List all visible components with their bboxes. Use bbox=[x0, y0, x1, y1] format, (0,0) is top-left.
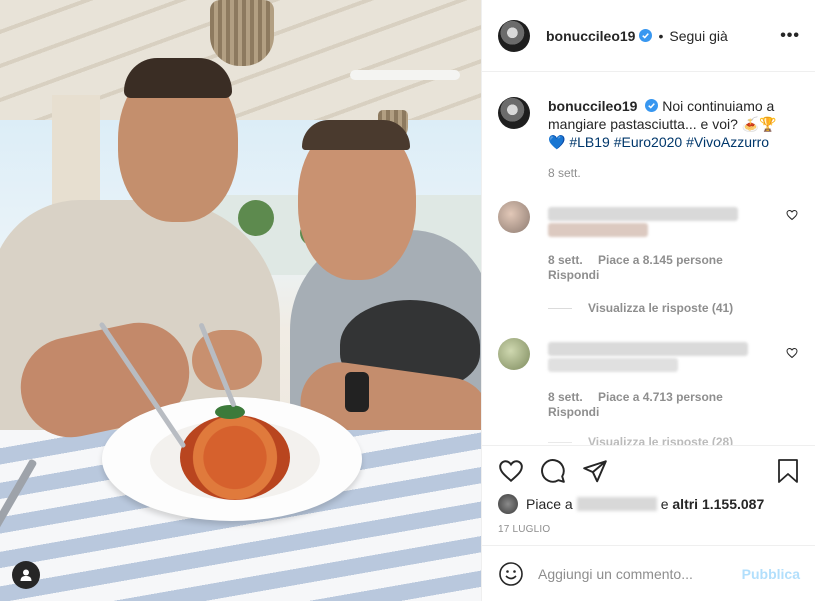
reply-button[interactable]: Rispondi bbox=[548, 405, 599, 419]
spaghetti bbox=[180, 415, 290, 500]
view-replies-label: Visualizza le risposte (41) bbox=[588, 301, 734, 315]
username-link[interactable]: bonuccileo19 bbox=[546, 28, 635, 44]
comment-meta: 8 sett. Piace a 8.145 persone bbox=[548, 253, 735, 267]
comment-item: 8 sett. Piace a 4.713 persone Rispondi V… bbox=[498, 338, 798, 445]
comments-section[interactable]: bonuccileo19 Noi continuiamo a mangiare … bbox=[482, 73, 815, 445]
plant bbox=[238, 200, 274, 236]
tagged-users-button[interactable] bbox=[12, 561, 40, 589]
caption: bonuccileo19 Noi continuiamo a mangiare … bbox=[498, 97, 798, 151]
heart-icon[interactable] bbox=[786, 347, 798, 359]
caption-avatar[interactable] bbox=[498, 97, 530, 129]
ceiling-fan bbox=[350, 70, 460, 80]
post-actions: Piace a e altri 1.155.087 17 LUGLIO bbox=[482, 445, 815, 545]
comment-timestamp[interactable]: 8 sett. bbox=[548, 390, 583, 404]
post-side-panel: bonuccileo19 • Segui già ••• bonuccileo1… bbox=[481, 0, 815, 601]
left-person-hair bbox=[124, 58, 232, 98]
likes-and: e bbox=[660, 496, 669, 512]
save-button[interactable] bbox=[776, 458, 800, 484]
basil-leaf bbox=[215, 405, 245, 419]
post-date[interactable]: 17 LUGLIO bbox=[498, 524, 550, 535]
emoji-smiley-icon[interactable] bbox=[498, 561, 524, 587]
like-heart-icon[interactable] bbox=[498, 458, 524, 484]
comment-likes[interactable]: Piace a 8.145 persone bbox=[598, 253, 723, 267]
view-replies-button[interactable]: Visualizza le risposte (28) bbox=[548, 435, 733, 445]
comment-item: 8 sett. Piace a 8.145 persone Rispondi V… bbox=[498, 201, 798, 315]
view-replies-button[interactable]: Visualizza le risposte (41) bbox=[548, 301, 733, 315]
verified-badge-icon bbox=[639, 29, 653, 42]
separator-dot: • bbox=[658, 27, 664, 44]
comment-timestamp[interactable]: 8 sett. bbox=[548, 253, 583, 267]
right-person-hair bbox=[302, 120, 410, 150]
wicker-lamp bbox=[210, 0, 274, 66]
likes-prefix: Piace a bbox=[526, 496, 573, 512]
user-icon bbox=[20, 569, 32, 581]
reply-button[interactable]: Rispondi bbox=[548, 268, 599, 282]
bookmark-icon bbox=[778, 459, 798, 483]
verified-badge-icon bbox=[645, 99, 659, 112]
caption-text: bonuccileo19 Noi continuiamo a mangiare … bbox=[548, 97, 798, 151]
share-plane-icon[interactable] bbox=[582, 458, 608, 484]
blue-heart-emoji: 💙 bbox=[548, 134, 566, 150]
comment-avatar[interactable] bbox=[498, 338, 530, 370]
divider-line bbox=[548, 441, 572, 443]
comment-bubble-icon[interactable] bbox=[540, 458, 566, 484]
caption-timestamp[interactable]: 8 sett. bbox=[548, 166, 581, 180]
blurred-liker-name bbox=[576, 497, 657, 511]
comment-likes[interactable]: Piace a 4.713 persone bbox=[598, 390, 723, 404]
comment-avatar[interactable] bbox=[498, 201, 530, 233]
blurred-comment-text bbox=[548, 342, 748, 356]
blurred-comment-text bbox=[548, 358, 678, 372]
wristwatch bbox=[345, 372, 369, 412]
post-photo[interactable] bbox=[0, 0, 481, 601]
publish-button[interactable]: Pubblica bbox=[742, 566, 800, 582]
more-options-icon[interactable]: ••• bbox=[780, 27, 800, 45]
blurred-comment-text bbox=[548, 223, 648, 237]
avatar[interactable] bbox=[498, 19, 530, 52]
blurred-comment-text bbox=[548, 207, 738, 221]
liker-avatar bbox=[498, 494, 518, 514]
likes-count[interactable]: altri 1.155.087 bbox=[672, 496, 764, 512]
heart-icon[interactable] bbox=[786, 209, 798, 221]
comment-input[interactable] bbox=[538, 565, 734, 582]
likes-summary[interactable]: Piace a e altri 1.155.087 bbox=[498, 494, 764, 514]
comment-composer: Pubblica bbox=[482, 545, 815, 601]
hashtags[interactable]: #LB19 #Euro2020 #VivoAzzurro bbox=[569, 134, 769, 150]
pillar bbox=[52, 95, 100, 215]
view-replies-label: Visualizza le risposte (28) bbox=[588, 435, 734, 445]
post-header: bonuccileo19 • Segui già ••• bbox=[482, 0, 815, 72]
action-icons bbox=[498, 458, 608, 484]
comment-meta: 8 sett. Piace a 4.713 persone bbox=[548, 390, 735, 404]
caption-username[interactable]: bonuccileo19 bbox=[548, 98, 637, 114]
divider-line bbox=[548, 307, 572, 309]
follow-status-button[interactable]: Segui già bbox=[669, 28, 727, 44]
